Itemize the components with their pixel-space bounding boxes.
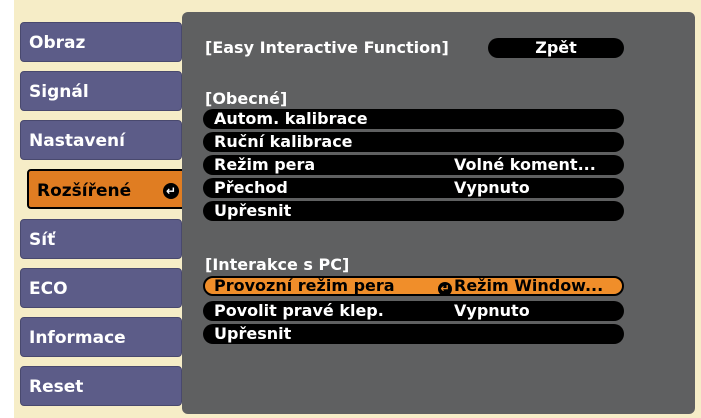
row-label: Provozní režim pera bbox=[214, 276, 395, 295]
sidebar-item-label: Signál bbox=[29, 82, 89, 102]
row-value: Volné koment... bbox=[454, 155, 596, 174]
enter-icon: ↵ bbox=[438, 282, 452, 296]
sidebar-item-label: Rozšířené bbox=[37, 181, 132, 201]
menu-row-pen-operation-mode[interactable]: Provozní režim pera ↵ Režim Window... bbox=[203, 276, 624, 296]
sidebar-item-label: Nastavení bbox=[29, 131, 125, 151]
sidebar-item-label: Síť bbox=[29, 230, 56, 250]
sidebar-item-label: ECO bbox=[29, 279, 68, 299]
row-label: Upřesnit bbox=[214, 201, 292, 220]
sidebar-item-label: Informace bbox=[29, 328, 126, 348]
sidebar-item-signal[interactable]: Signál bbox=[20, 71, 182, 111]
sidebar-item-sit[interactable]: Síť bbox=[20, 219, 182, 259]
settings-panel: [Easy Interactive Function] Zpět [Obecné… bbox=[182, 12, 695, 414]
back-button[interactable]: Zpět bbox=[488, 38, 624, 58]
menu-row-right-click[interactable]: Povolit pravé klep. Vypnuto bbox=[203, 301, 624, 321]
sidebar-item-informace[interactable]: Informace bbox=[20, 317, 182, 357]
enter-icon: ↵ bbox=[163, 183, 179, 199]
menu-row-transition[interactable]: Přechod Vypnuto bbox=[203, 178, 624, 198]
sidebar-item-reset[interactable]: Reset bbox=[20, 366, 182, 406]
row-label: Upřesnit bbox=[214, 324, 292, 343]
row-label: Přechod bbox=[214, 178, 288, 197]
sidebar-item-nastaveni[interactable]: Nastavení bbox=[20, 120, 182, 160]
menu-row-advanced-general[interactable]: Upřesnit bbox=[203, 201, 624, 221]
row-value: Režim Window... bbox=[454, 276, 604, 295]
section-heading-general: [Obecné] bbox=[205, 89, 288, 108]
sidebar-item-label: Obraz bbox=[29, 33, 86, 53]
menu-row-manual-calibration[interactable]: Ruční kalibrace bbox=[203, 132, 624, 152]
menu-row-advanced-pc[interactable]: Upřesnit bbox=[203, 324, 624, 344]
sidebar-item-eco[interactable]: ECO bbox=[20, 268, 182, 308]
row-value: Vypnuto bbox=[454, 178, 530, 197]
section-heading-pc-interaction: [Interakce s PC] bbox=[205, 255, 350, 274]
row-value-container: ↵ Režim Window... bbox=[438, 278, 603, 296]
menu-row-pen-mode[interactable]: Režim pera Volné koment... bbox=[203, 155, 624, 175]
row-label: Autom. kalibrace bbox=[214, 109, 368, 128]
menu-row-auto-calibration[interactable]: Autom. kalibrace bbox=[203, 109, 624, 129]
row-value: Vypnuto bbox=[454, 301, 530, 320]
row-label: Ruční kalibrace bbox=[214, 132, 353, 151]
panel-title: [Easy Interactive Function] bbox=[205, 38, 449, 57]
row-label: Povolit pravé klep. bbox=[214, 301, 384, 320]
row-label: Režim pera bbox=[214, 155, 316, 174]
sidebar-item-obraz[interactable]: Obraz bbox=[20, 22, 182, 62]
sidebar-item-rozsirene[interactable]: Rozšířené ↵ bbox=[27, 169, 187, 209]
sidebar-item-label: Reset bbox=[29, 377, 84, 397]
